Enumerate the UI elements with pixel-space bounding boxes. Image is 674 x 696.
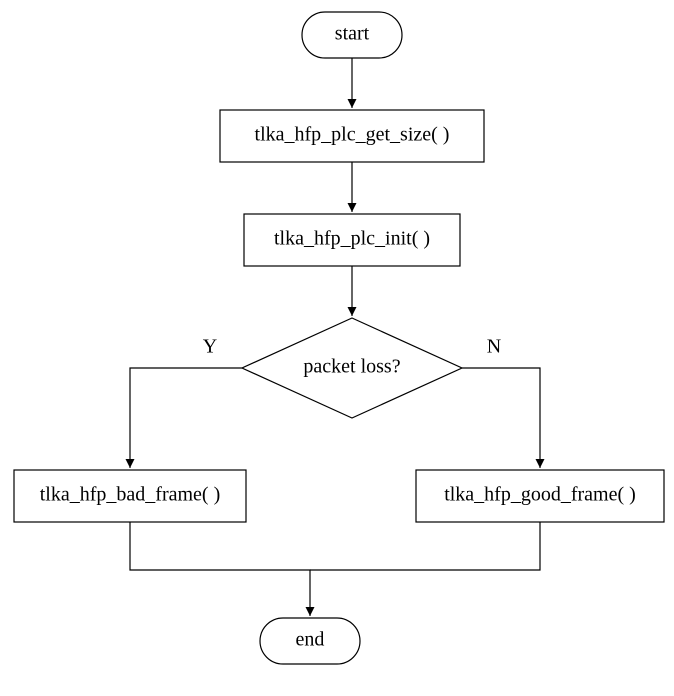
flowchart: start tlka_hfp_plc_get_size( ) tlka_hfp_… xyxy=(0,0,674,696)
node-badframe-label: tlka_hfp_bad_frame( ) xyxy=(40,484,220,506)
label-no: N xyxy=(487,336,501,358)
node-end-label: end xyxy=(296,629,325,651)
edge-decision-goodframe xyxy=(462,368,540,468)
node-init-label: tlka_hfp_plc_init( ) xyxy=(274,228,430,250)
node-goodframe-label: tlka_hfp_good_frame( ) xyxy=(444,484,636,506)
edge-decision-badframe xyxy=(130,368,242,468)
node-start-label: start xyxy=(335,23,370,45)
node-getsize-label: tlka_hfp_plc_get_size( ) xyxy=(255,124,450,146)
node-decision-label: packet loss? xyxy=(303,356,400,378)
label-yes: Y xyxy=(203,336,217,358)
edge-goodframe-end xyxy=(310,522,540,570)
edge-badframe-end xyxy=(130,522,310,616)
